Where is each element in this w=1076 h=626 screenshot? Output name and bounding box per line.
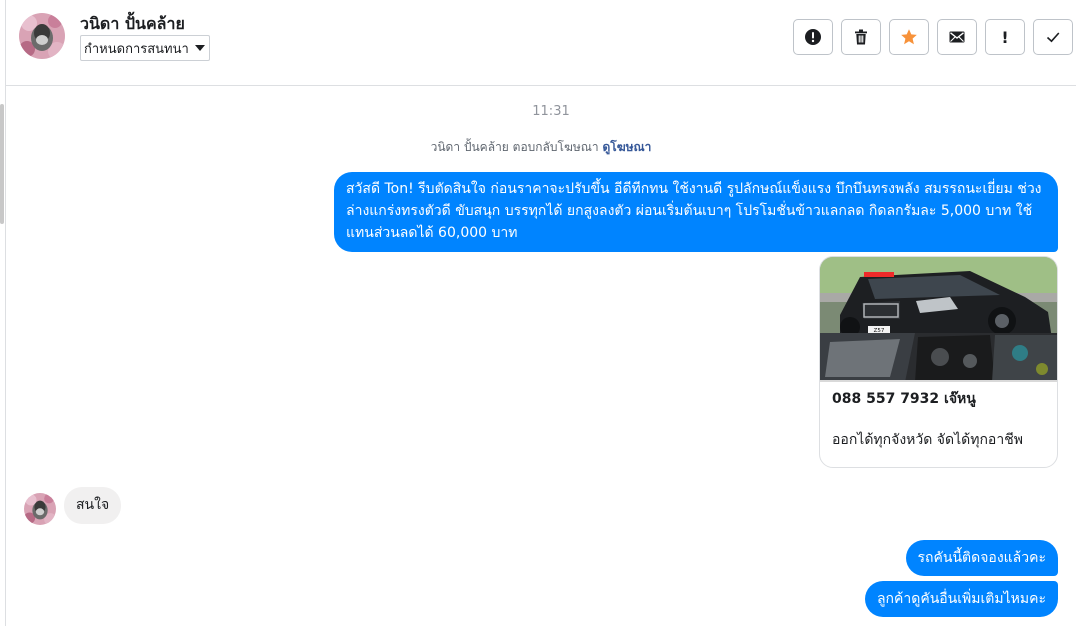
contact-avatar-small[interactable] (24, 493, 56, 525)
alert-circle-icon (805, 29, 821, 45)
mark-done-button[interactable] (1033, 19, 1073, 55)
ad-reply-text: วนิดา ปั้นคล้าย ตอบกลับโฆษณา (430, 140, 599, 154)
mark-unread-button[interactable] (937, 19, 977, 55)
vehicle-photo: Z57 (820, 257, 1057, 382)
conversation-header: วนิดา ปั้นคล้าย กำหนดการสนทนา ! (6, 0, 1076, 86)
ad-card[interactable]: Z57 088 557 7932 เจ๊หนู ออกได้ทุกจังหวัด… (819, 256, 1058, 468)
assign-conversation-dropdown[interactable]: กำหนดการสนทนา (80, 35, 210, 61)
left-panel-edge (0, 0, 6, 626)
incoming-message[interactable]: สนใจ (64, 487, 122, 524)
assign-label: กำหนดการสนทนา (84, 41, 189, 57)
message-timestamp: 11:31 (532, 104, 570, 119)
ad-card-subtitle: ออกได้ทุกจังหวัด จัดได้ทุกอาชีพ (832, 432, 1023, 448)
ad-reply-note: วนิดา ปั้นคล้าย ตอบกลับโฆษณา ดูโฆษณา (0, 138, 1076, 157)
envelope-icon (949, 31, 965, 43)
outgoing-message[interactable]: รถคันนี้ติดจองแล้วคะ (905, 540, 1058, 576)
trash-icon (855, 29, 867, 45)
view-ad-link[interactable]: ดูโฆษณา (602, 140, 651, 154)
mark-spam-button[interactable] (793, 19, 833, 55)
contact-avatar[interactable] (19, 13, 65, 59)
star-icon (901, 29, 917, 45)
outgoing-message[interactable]: สวัสดี Ton! รีบตัดสินใจ ก่อนราคาจะปรับขึ… (334, 172, 1058, 252)
contact-name[interactable]: วนิดา ปั้นคล้าย (80, 12, 185, 37)
exclamation-icon: ! (1001, 27, 1009, 47)
delete-button[interactable] (841, 19, 881, 55)
follow-up-button[interactable]: ! (985, 19, 1025, 55)
ad-card-title: 088 557 7932 เจ๊หนู (832, 391, 976, 407)
check-icon (1046, 32, 1060, 43)
star-button[interactable] (889, 19, 929, 55)
chevron-down-icon (194, 45, 205, 51)
scrollbar[interactable] (0, 104, 4, 224)
outgoing-message[interactable]: ลูกค้าดูคันอื่นเพิ่มเติมไหมคะ (864, 581, 1058, 617)
conversation-toolbar: ! (793, 19, 1073, 55)
